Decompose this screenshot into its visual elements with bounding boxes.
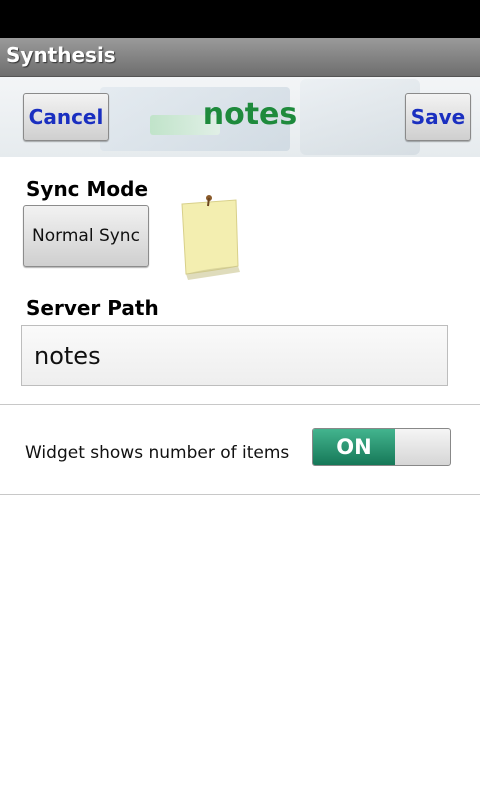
cancel-button[interactable]: Cancel (23, 93, 109, 141)
page-title: notes (202, 97, 298, 132)
divider (0, 494, 480, 495)
widget-setting-label: Widget shows number of items (25, 443, 290, 463)
sync-mode-button[interactable]: Normal Sync (23, 205, 149, 267)
status-bar (0, 0, 480, 38)
server-path-label: Server Path (26, 296, 159, 320)
save-button[interactable]: Save (405, 93, 471, 141)
divider (0, 404, 480, 405)
app-title: Synthesis (6, 43, 116, 67)
toggle-on-label: ON (313, 429, 395, 465)
sticky-note-icon (181, 195, 240, 280)
app-title-bar: Synthesis (0, 38, 480, 77)
header-bar: Cancel notes Save (0, 77, 480, 157)
server-path-input[interactable]: notes (21, 325, 448, 386)
widget-count-toggle[interactable]: ON (312, 428, 451, 466)
sync-mode-label: Sync Mode (26, 177, 149, 201)
